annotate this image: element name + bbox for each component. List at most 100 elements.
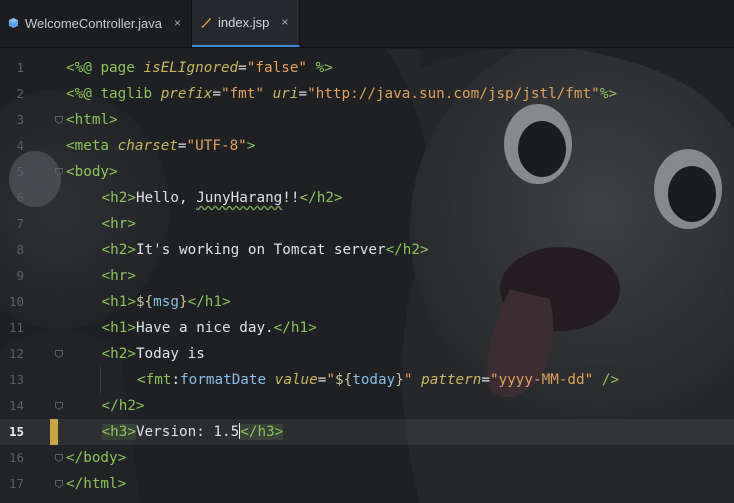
- code-text: </html>: [66, 471, 126, 497]
- code-token: </html>: [66, 476, 127, 492]
- code-token: </body>: [66, 450, 127, 466]
- code-token: value: [274, 372, 318, 388]
- code-token: "false": [246, 60, 308, 76]
- code-token: </h1>: [187, 294, 231, 310]
- editor-tab-bar: WelcomeController.java × index.jsp ×: [0, 0, 734, 48]
- code-token: ${: [335, 372, 353, 388]
- fold-icon[interactable]: [55, 480, 63, 488]
- code-token: </h2>: [101, 398, 145, 414]
- code-text: <h2>Today is: [102, 341, 205, 367]
- line-number: 12: [8, 346, 24, 361]
- code-token: "yyyy-MM-dd": [489, 372, 594, 388]
- code-token: }: [178, 294, 188, 310]
- tab-welcome-controller[interactable]: WelcomeController.java ×: [0, 0, 192, 47]
- code-text: <h1>Have a nice day.</h1>: [102, 315, 317, 341]
- code-token: "fmt": [220, 86, 265, 102]
- code-text: <hr>: [102, 211, 136, 237]
- code-text: <h2>It's working on Tomcat server</h2>: [102, 237, 429, 263]
- code-line[interactable]: 4 <meta charset="UTF-8">: [0, 133, 734, 159]
- code-token: }: [395, 372, 404, 388]
- code-token: </h2>: [385, 242, 429, 258]
- line-number: 10: [8, 294, 24, 309]
- fold-icon[interactable]: [55, 116, 63, 124]
- code-line[interactable]: 17 </html>: [0, 471, 734, 497]
- code-token: ": [326, 372, 335, 388]
- line-number: 11: [8, 320, 24, 335]
- code-token: <h2>: [101, 346, 136, 362]
- code-token: <fmt: [137, 372, 172, 388]
- code-text: <fmt:formatDate value="${today}" pattern…: [137, 367, 619, 393]
- code-token: Version: 1.5: [135, 424, 240, 440]
- fold-icon[interactable]: [55, 402, 63, 410]
- code-token: </h2>: [299, 190, 343, 206]
- code-token: <%@: [66, 86, 101, 102]
- code-token: =: [238, 60, 247, 76]
- code-token: pattern: [421, 372, 482, 388]
- code-line[interactable]: 5 <body>: [0, 159, 734, 185]
- code-text: <h2>Hello, JunyHarang!!</h2>: [102, 185, 343, 211]
- code-token: <%@: [66, 60, 101, 76]
- code-token: charset: [117, 138, 178, 154]
- code-line[interactable]: 9 <hr>: [0, 263, 734, 289]
- line-number: 3: [16, 112, 24, 127]
- line-number: 5: [16, 164, 24, 179]
- code-token: taglib: [100, 86, 161, 102]
- code-line[interactable]: 3 <html>: [0, 107, 734, 133]
- fold-icon[interactable]: [55, 168, 63, 176]
- code-token: isELIgnored: [143, 60, 239, 76]
- code-text: </h2>: [102, 393, 145, 419]
- code-line[interactable]: 2 <%@ taglib prefix="fmt" uri="http://jav…: [0, 81, 734, 107]
- code-line[interactable]: 15 <h3>Version: 1.5</h3>: [0, 419, 734, 445]
- code-token: Have a nice day.: [135, 320, 274, 336]
- code-line[interactable]: 8 <h2>It's working on Tomcat server</h2>: [0, 237, 734, 263]
- line-number: 7: [16, 216, 24, 231]
- code-token: uri: [272, 86, 299, 102]
- code-token: />: [593, 372, 620, 388]
- code-text: </body>: [66, 445, 126, 471]
- code-token: <body>: [66, 164, 118, 180]
- code-line[interactable]: 16 </body>: [0, 445, 734, 471]
- java-file-icon: [8, 17, 19, 29]
- code-text: <html>: [66, 107, 118, 133]
- code-line[interactable]: 14 </h2>: [0, 393, 734, 419]
- code-line[interactable]: 12 <h2>Today is: [0, 341, 734, 367]
- code-token: today: [352, 372, 396, 388]
- code-token: =: [177, 138, 187, 154]
- tab-label: WelcomeController.java: [24, 15, 162, 31]
- code-line[interactable]: 7 <hr>: [0, 211, 734, 237]
- code-token: prefix: [160, 86, 213, 102]
- code-token: =: [298, 86, 308, 102]
- code-line[interactable]: 10 <h1>${msg}</h1>: [0, 289, 734, 315]
- code-token: <h3>: [101, 424, 136, 440]
- tab-index-jsp[interactable]: index.jsp ×: [192, 0, 300, 47]
- code-token: %>: [599, 86, 617, 102]
- code-token: <hr>: [101, 216, 136, 232]
- code-text: <body>: [66, 159, 118, 185]
- line-number: 6: [16, 190, 24, 205]
- code-line[interactable]: 11 <h1>Have a nice day.</h1>: [0, 315, 734, 341]
- code-token: page: [100, 60, 144, 76]
- code-line[interactable]: 13 <fmt:formatDate value="${today}" patte…: [0, 367, 734, 393]
- code-token: %>: [307, 60, 333, 76]
- code-token: </h3>: [240, 424, 284, 440]
- code-text: <%@ taglib prefix="fmt" uri="http://java…: [66, 81, 617, 107]
- code-token: >: [246, 138, 256, 154]
- line-number: 14: [8, 398, 24, 413]
- code-token: </h1>: [273, 320, 317, 336]
- code-text: <hr>: [102, 263, 136, 289]
- fold-icon[interactable]: [55, 350, 63, 358]
- code-editor[interactable]: 1 <%@ page isELIgnored="false" %> 2 <%@ tag…: [0, 55, 734, 497]
- close-icon[interactable]: ×: [174, 16, 181, 30]
- code-token: :: [171, 372, 181, 388]
- code-line[interactable]: 1 <%@ page isELIgnored="false" %>: [0, 55, 734, 81]
- line-number: 15: [8, 424, 24, 439]
- fold-icon[interactable]: [55, 454, 63, 462]
- code-token: Hello,: [135, 190, 197, 206]
- line-number: 17: [8, 476, 24, 491]
- close-icon[interactable]: ×: [281, 15, 288, 29]
- code-token: <h2>: [101, 190, 136, 206]
- code-line[interactable]: 6 <h2>Hello, JunyHarang!!</h2>: [0, 185, 734, 211]
- code-token: JunyHarang: [196, 190, 283, 206]
- tab-label: index.jsp: [218, 14, 270, 30]
